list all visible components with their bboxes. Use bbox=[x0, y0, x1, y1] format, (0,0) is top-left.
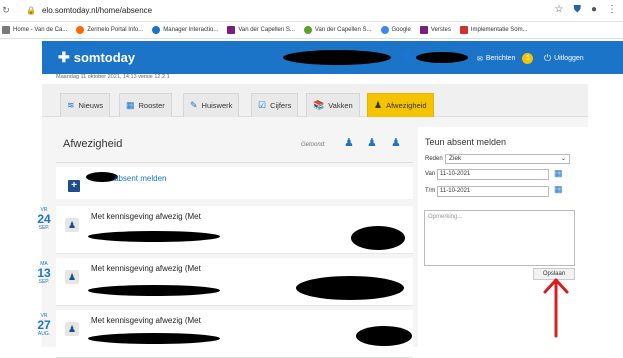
tab-huiswerk[interactable]: ✎ Huiswerk bbox=[183, 93, 240, 117]
url-field[interactable]: elo.somtoday.nl/home/absence bbox=[42, 6, 152, 15]
redacted-absence-detail bbox=[351, 226, 405, 250]
bookmark-item[interactable]: Van der Capellen S... bbox=[227, 26, 295, 34]
bookmark-item[interactable]: Home - Van de Ca... bbox=[2, 26, 67, 34]
bookmark-item[interactable]: Google bbox=[380, 26, 411, 34]
filter-label: Getoond: bbox=[301, 142, 326, 148]
filter-ongeoorloofd-icon[interactable]: ♟ bbox=[391, 136, 401, 149]
reason-select[interactable]: Ziek ⌄ bbox=[445, 154, 570, 164]
redacted-absence-detail bbox=[88, 333, 220, 344]
from-date-label: Van bbox=[425, 171, 436, 177]
berichten-link[interactable]: ✉ Berichten 1 bbox=[477, 53, 534, 64]
calendar-icon: ▦ bbox=[126, 100, 135, 110]
date-badge: VR 27 AUG. bbox=[37, 313, 51, 337]
filter-geoorloofd-icon[interactable]: ♟ bbox=[367, 136, 377, 149]
bookmark-item[interactable]: Implementatie Som... bbox=[459, 26, 528, 34]
form-title: Teun absent melden bbox=[425, 137, 507, 147]
bookmark-star-icon[interactable]: ☆ bbox=[554, 4, 563, 15]
mail-icon: ✉ bbox=[477, 55, 483, 63]
extension-icon[interactable]: ⛊ bbox=[573, 4, 581, 15]
somtoday-logo[interactable]: ✚ somtoday bbox=[58, 49, 135, 66]
divider bbox=[56, 162, 413, 163]
bookmarks-bar: Home - Van de Ca... Zermelo Portal Info.… bbox=[0, 22, 623, 39]
absence-type-icon: ♟ bbox=[65, 322, 79, 336]
reload-icon[interactable]: ↻ bbox=[0, 5, 12, 16]
absent-melden-link[interactable]: absent melden bbox=[114, 174, 166, 183]
tab-afwezigheid[interactable]: ♟ Afwezigheid bbox=[367, 93, 434, 117]
redacted-school-name bbox=[283, 50, 391, 65]
redacted-absence-detail bbox=[356, 326, 412, 346]
rss-icon: ≋ bbox=[67, 100, 75, 110]
menu-icon[interactable]: ⋮ bbox=[607, 4, 617, 15]
annotation-arrow-icon bbox=[543, 278, 569, 338]
browser-address-bar: ↻ 🔒 elo.somtoday.nl/home/absence ☆ ⛊ ● ⋮ bbox=[0, 0, 623, 22]
tab-cijfers[interactable]: ☑ Cijfers bbox=[251, 93, 299, 117]
absence-icon: ♟ bbox=[374, 100, 383, 110]
berichten-count-badge: 1 bbox=[522, 53, 534, 64]
user-icon[interactable]: 👤 bbox=[400, 50, 412, 61]
books-icon: 📚 bbox=[313, 100, 325, 110]
logout-link[interactable]: ⏻ Uitloggen bbox=[544, 53, 584, 64]
remark-textarea[interactable]: Opmerking... bbox=[424, 210, 575, 266]
from-date-input[interactable]: 11-10-2021 bbox=[437, 169, 549, 180]
somtoday-logo-icon: ✚ bbox=[58, 49, 70, 65]
checklist-icon: ☑ bbox=[258, 100, 267, 110]
profile-icon[interactable]: ● bbox=[591, 4, 597, 15]
date-version-info: Maandag 11 oktober 2021, 14:13 versie 12… bbox=[56, 74, 170, 80]
site-header: ✚ somtoday 👤 ✉ Berichten 1 ⏻ Uitloggen bbox=[42, 41, 623, 74]
reason-label: Reden bbox=[425, 156, 443, 162]
redacted-user-name bbox=[416, 52, 468, 63]
redacted-absence-detail bbox=[88, 285, 220, 296]
date-badge: VR 24 SEP. bbox=[37, 207, 51, 231]
tab-vakken[interactable]: 📚 Vakken bbox=[306, 93, 360, 117]
to-calendar-icon[interactable]: ▦ bbox=[554, 184, 563, 195]
redacted-absence-detail bbox=[88, 231, 220, 242]
bookmark-item[interactable]: Verstes bbox=[419, 26, 451, 34]
bookmark-item[interactable]: Manager Interactio... bbox=[152, 26, 218, 34]
date-badge: MA 13 SEP. bbox=[37, 261, 51, 285]
absence-type-icon: ♟ bbox=[65, 270, 79, 284]
absence-type-icon: ♟ bbox=[65, 218, 79, 232]
power-icon: ⏻ bbox=[544, 53, 552, 63]
tabs-bar: ≋ Nieuws ▦ Rooster ✎ Huiswerk ☑ Cijfers 📚 Vak… bbox=[42, 84, 588, 117]
to-date-input[interactable]: 11-10-2021 bbox=[437, 186, 549, 197]
pencil-icon: ✎ bbox=[190, 100, 198, 110]
tab-nieuws[interactable]: ≋ Nieuws bbox=[60, 93, 111, 117]
tab-rooster[interactable]: ▦ Rooster bbox=[119, 93, 172, 117]
bookmark-item[interactable]: Van der Capellen S... bbox=[303, 26, 372, 34]
redacted-absence-detail bbox=[296, 276, 404, 300]
to-date-label: T/m bbox=[425, 188, 436, 194]
add-absence-button[interactable]: + bbox=[68, 180, 80, 192]
filter-kennisgeving-icon[interactable]: ♟ bbox=[344, 136, 354, 149]
chevron-down-icon: ⌄ bbox=[560, 156, 566, 162]
lock-icon[interactable]: 🔒 bbox=[26, 6, 36, 15]
from-calendar-icon[interactable]: ▦ bbox=[554, 168, 563, 179]
bookmark-item[interactable]: Zermelo Portal Info... bbox=[76, 26, 143, 34]
page-title: Afwezigheid bbox=[63, 138, 123, 150]
